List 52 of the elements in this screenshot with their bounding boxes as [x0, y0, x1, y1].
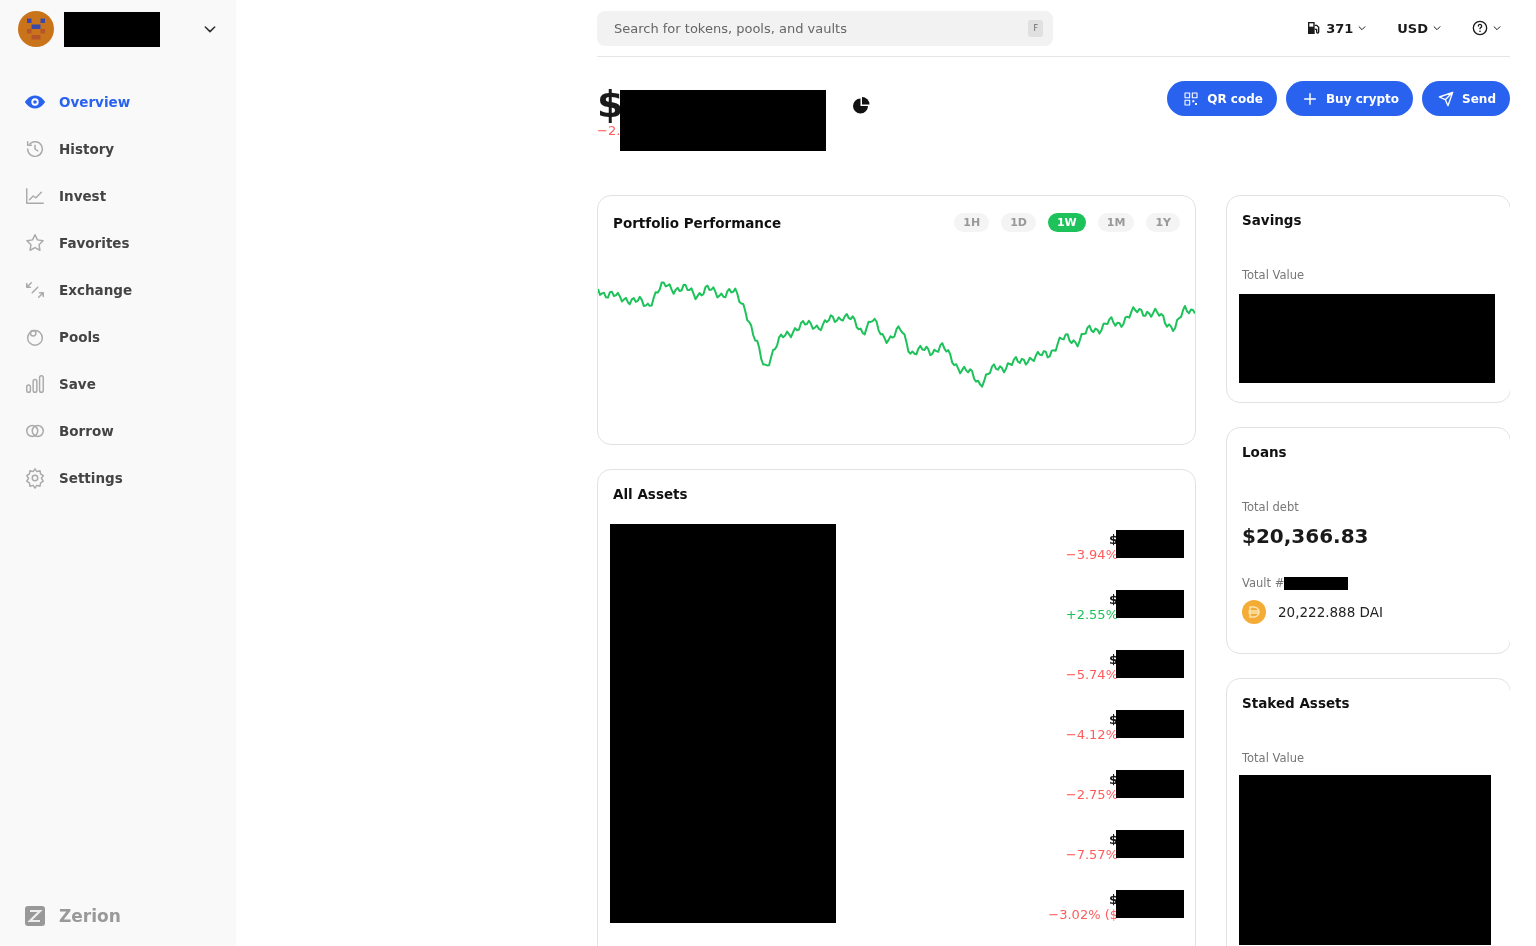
star-icon — [24, 231, 46, 254]
coin-icon — [1242, 600, 1266, 624]
caret-icon — [1357, 23, 1368, 33]
plus-icon — [1301, 90, 1318, 107]
shortcut-key: F — [1028, 19, 1043, 37]
help-icon — [1472, 20, 1488, 36]
help-dropdown[interactable] — [1472, 20, 1502, 36]
caret-icon — [1432, 23, 1442, 33]
nav-item[interactable]: Overview — [0, 78, 236, 125]
field-label: Total debt — [1242, 500, 1300, 514]
field-label: Total Value — [1242, 268, 1306, 282]
nav-item[interactable]: Settings — [0, 454, 236, 501]
nav-item[interactable]: Pools — [0, 313, 236, 360]
balance-change: −2. — [597, 123, 619, 138]
action-button[interactable]: Buy crypto — [1285, 81, 1414, 116]
brand-name: Zerion — [59, 906, 121, 926]
asset-change: −4.12% — [1065, 727, 1119, 742]
settings-icon — [24, 466, 46, 489]
asset-change: −2.75% — [1065, 787, 1119, 802]
action-button[interactable]: Send — [1422, 81, 1510, 116]
asset-change: −3.94% — [1065, 547, 1119, 562]
send-icon — [1438, 90, 1455, 107]
field-label: Total Value — [1242, 751, 1306, 765]
search-input[interactable]: Search for tokens, pools, and vaults — [612, 19, 1029, 37]
token-amount: 20,222.888 DAI — [1278, 604, 1383, 620]
vault-label: Vault # — [1242, 576, 1285, 590]
search-field[interactable]: Search for tokens, pools, and vaults F — [597, 10, 1053, 46]
card-title: Staked Assets — [1242, 695, 1351, 711]
nav-item[interactable]: Save — [0, 360, 236, 407]
card-title: Loans — [1242, 444, 1288, 460]
pie-chart-icon[interactable] — [853, 97, 872, 115]
asset-change: −5.74% — [1065, 667, 1119, 682]
card-title: Savings — [1242, 212, 1303, 228]
qr-code-icon — [1183, 90, 1200, 107]
nav-item[interactable]: Invest — [0, 172, 236, 219]
bar-chart-icon — [24, 372, 46, 395]
gas-price-dropdown[interactable]: 371 — [1306, 20, 1368, 36]
nav-item[interactable]: Exchange — [0, 266, 236, 313]
balance-value: $ — [597, 81, 624, 126]
avatar[interactable] — [18, 11, 54, 47]
nav-item[interactable]: Borrow — [0, 407, 236, 454]
asset-change: +2.55% — [1065, 607, 1119, 622]
nav-item[interactable]: History — [0, 125, 236, 172]
logo-icon — [25, 906, 45, 926]
debt-value: $20,366.83 — [1242, 524, 1370, 548]
currency-dropdown[interactable]: USD — [1397, 20, 1442, 36]
action-button[interactable]: QR code — [1167, 81, 1277, 116]
card-title: Portfolio Performance — [613, 214, 782, 231]
caret-icon — [1492, 23, 1502, 33]
card-title: All Assets — [613, 486, 689, 502]
nav-item[interactable]: Favorites — [0, 219, 236, 266]
asset-change: −7.57% — [1065, 847, 1119, 862]
